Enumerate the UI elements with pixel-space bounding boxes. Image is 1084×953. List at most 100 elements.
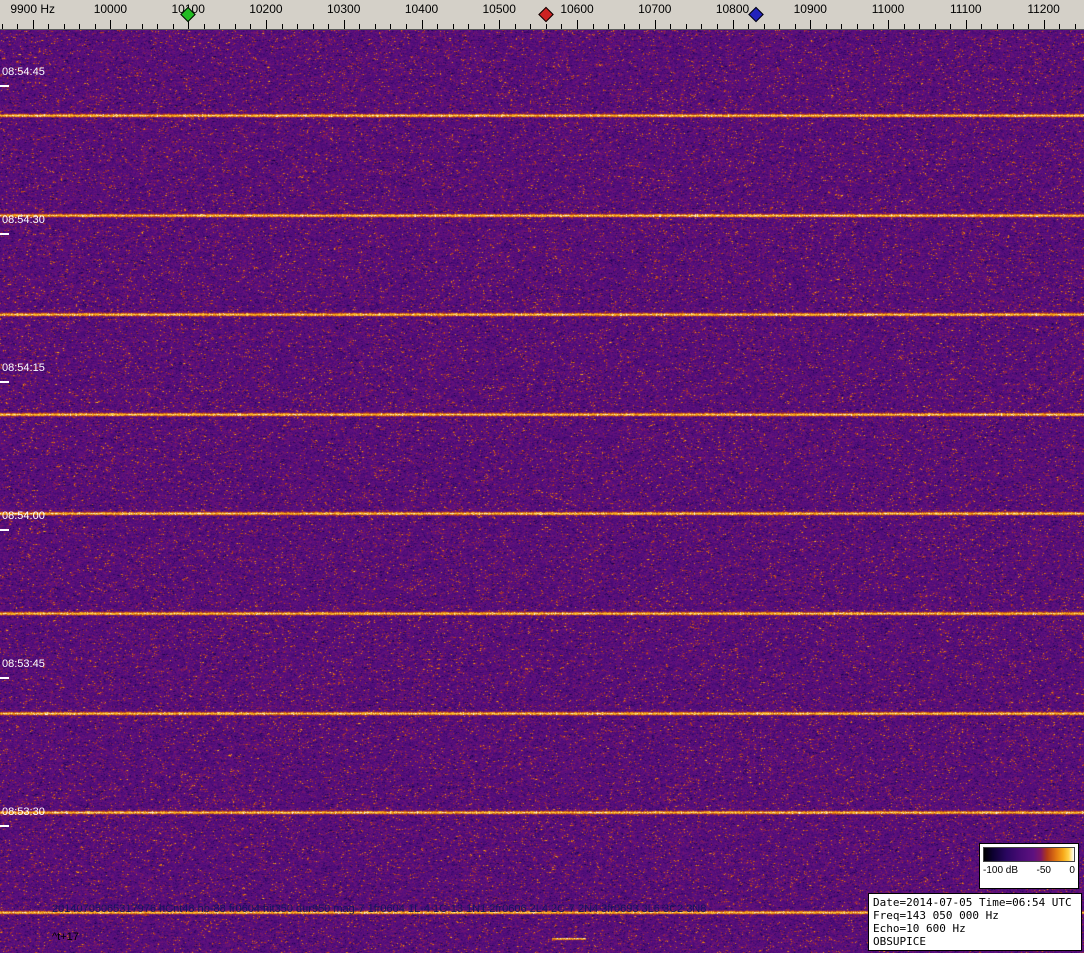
- observation-info-box: Date=2014-07-05 Time=06:54 UTC Freq=143 …: [868, 893, 1082, 951]
- freq-tick-major: [888, 20, 889, 29]
- freq-tick-minor: [234, 24, 236, 29]
- marker-diamond-blue[interactable]: [748, 6, 764, 23]
- freq-tick-minor: [608, 24, 610, 29]
- freq-tick-minor: [639, 24, 641, 29]
- freq-tick-minor: [717, 24, 718, 29]
- freq-tick-minor: [981, 24, 983, 29]
- freq-tick-minor: [390, 24, 392, 29]
- freq-tick-minor: [919, 24, 921, 29]
- freq-tick-major: [965, 20, 967, 29]
- freq-tick-minor: [701, 24, 703, 29]
- freq-tick-minor: [1028, 24, 1029, 29]
- freq-tick-minor: [1074, 24, 1076, 29]
- freq-tick-minor: [950, 24, 952, 29]
- freq-label: 9900 Hz: [10, 2, 56, 16]
- freq-tick-minor: [79, 24, 81, 29]
- freq-tick-minor: [94, 24, 96, 29]
- freq-tick-major: [32, 20, 34, 29]
- freq-tick-minor: [841, 24, 843, 29]
- time-offset-mark: ^t+17: [52, 931, 79, 943]
- freq-tick-minor: [172, 24, 174, 29]
- freq-tick-minor: [623, 24, 625, 29]
- freq-tick-minor: [63, 24, 65, 29]
- freq-tick-minor: [17, 24, 19, 29]
- freq-label: 11200: [1027, 2, 1060, 16]
- freq-tick-minor: [405, 24, 407, 29]
- freq-tick-major: [110, 20, 112, 29]
- db-gradient-bar: [983, 847, 1075, 862]
- db-label-mid: -50: [1036, 865, 1051, 876]
- spectrogram-app-window: 9900 Hz100001010010200103001040010500106…: [0, 0, 1084, 953]
- color-scale-legend: -100 dB -50 0: [979, 843, 1079, 889]
- freq-tick-minor: [872, 24, 874, 29]
- freq-tick-major: [265, 20, 267, 29]
- freq-label: 10600: [560, 2, 594, 16]
- freq-tick-minor: [794, 24, 796, 29]
- freq-label: 10000: [93, 2, 128, 16]
- freq-tick-minor: [157, 24, 159, 29]
- frequency-ruler[interactable]: 9900 Hz100001010010200103001040010500106…: [0, 0, 1084, 30]
- freq-tick-minor: [763, 24, 765, 29]
- marker-diamond-red[interactable]: [538, 6, 554, 23]
- freq-tick-minor: [203, 24, 205, 29]
- freq-tick-minor: [561, 24, 563, 29]
- freq-tick-minor: [934, 24, 936, 29]
- freq-tick-minor: [670, 24, 672, 29]
- freq-tick-minor: [468, 24, 470, 29]
- freq-label: 10800: [715, 2, 750, 16]
- freq-tick-minor: [545, 24, 547, 29]
- db-label-max: 0: [1069, 865, 1075, 876]
- freq-label: 10300: [327, 2, 361, 16]
- freq-label: 10400: [404, 2, 439, 16]
- info-station-line: OBSUPICE: [873, 935, 926, 948]
- freq-label: 10900: [793, 2, 827, 16]
- freq-tick-minor: [126, 24, 127, 29]
- detection-annotation: 20140705065317976 hCnt48 hb-88 fr0604 hi…: [52, 903, 707, 915]
- info-echo-line: Echo=10 600 Hz: [873, 922, 966, 935]
- freq-tick-major: [732, 20, 734, 29]
- freq-tick-minor: [250, 24, 252, 29]
- spectrogram-canvas: [0, 30, 1084, 953]
- freq-tick-minor: [1059, 24, 1061, 29]
- db-scale-labels: -100 dB -50 0: [983, 865, 1075, 876]
- freq-tick-minor: [312, 24, 314, 29]
- freq-tick-major: [499, 20, 501, 29]
- freq-tick-minor: [281, 24, 283, 29]
- freq-tick-minor: [903, 24, 905, 29]
- freq-tick-minor: [452, 24, 454, 29]
- freq-tick-minor: [374, 24, 376, 29]
- freq-label: 10200: [249, 2, 283, 16]
- info-freq-line: Freq=143 050 000 Hz: [873, 909, 999, 922]
- freq-tick-minor: [856, 24, 858, 29]
- freq-tick-major: [343, 20, 345, 29]
- freq-tick-major: [654, 20, 656, 29]
- freq-tick-major: [577, 20, 578, 29]
- freq-tick-minor: [1, 24, 3, 29]
- freq-tick-minor: [779, 24, 781, 29]
- freq-tick-minor: [530, 24, 532, 29]
- freq-label: 10700: [638, 2, 672, 16]
- db-label-min: -100 dB: [983, 865, 1019, 876]
- freq-tick-minor: [996, 24, 998, 29]
- freq-tick-minor: [359, 24, 361, 29]
- freq-tick-minor: [297, 24, 299, 29]
- freq-label: 11100: [950, 2, 982, 16]
- freq-tick-minor: [48, 24, 50, 29]
- freq-tick-minor: [219, 24, 221, 29]
- info-date-line: Date=2014-07-05 Time=06:54 UTC: [873, 896, 1072, 909]
- freq-label: 11000: [871, 2, 905, 16]
- freq-tick-minor: [592, 24, 594, 29]
- freq-tick-major: [421, 20, 423, 29]
- freq-tick-minor: [483, 24, 485, 29]
- freq-tick-minor: [825, 24, 827, 29]
- freq-tick-minor: [514, 24, 516, 29]
- freq-tick-minor: [328, 24, 330, 29]
- freq-tick-major: [1043, 20, 1045, 29]
- freq-tick-minor: [437, 24, 438, 29]
- freq-tick-minor: [1012, 24, 1014, 29]
- freq-tick-minor: [748, 24, 750, 29]
- freq-label: 10500: [482, 2, 516, 16]
- freq-tick-major: [810, 20, 812, 29]
- freq-tick-minor: [685, 24, 687, 29]
- freq-tick-minor: [141, 24, 143, 29]
